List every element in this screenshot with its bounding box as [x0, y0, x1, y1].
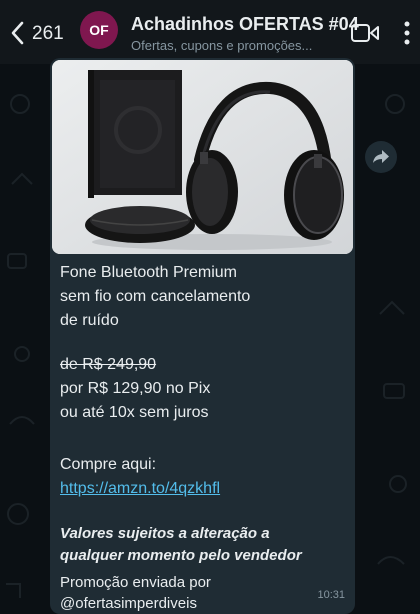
chevron-left-icon[interactable] — [8, 20, 28, 46]
product-photo[interactable] — [52, 60, 353, 254]
old-price: de R$ 249,90 — [60, 356, 157, 373]
chat-subtitle[interactable]: Ofertas, cupons e promoções... — [131, 38, 312, 53]
product-link[interactable]: https://amzn.to/4qzkhfl — [60, 477, 220, 501]
unread-count[interactable]: 261 — [32, 23, 64, 45]
forward-icon — [373, 150, 389, 163]
message-bubble[interactable]: Fone Bluetooth Premium sem fio com cance… — [50, 58, 355, 614]
headphones-image — [52, 60, 353, 254]
installments: ou até 10x sem juros — [60, 404, 209, 421]
product-name-line-2: sem fio com cancelamento — [60, 288, 251, 305]
product-name-line-3: de ruído — [60, 312, 119, 329]
forward-button[interactable] — [365, 141, 397, 173]
more-vertical-icon[interactable] — [402, 19, 412, 47]
buy-label: Compre aqui: — [60, 456, 157, 473]
message-time: 10:31 — [317, 589, 345, 601]
avatar-initials: OF — [89, 22, 109, 38]
disclaimer-line-1: Valores sujeitos a alteração a — [60, 525, 270, 542]
chat-header: 261 OF Achadinhos OFERTAS #04 Ofertas, c… — [0, 0, 420, 64]
new-price: por R$ 129,90 no Pix — [60, 380, 211, 397]
chat-title[interactable]: Achadinhos OFERTAS #04 — [131, 14, 359, 35]
avatar[interactable]: OF — [80, 11, 118, 49]
video-call-icon[interactable] — [350, 22, 380, 44]
product-name-line-1: Fone Bluetooth Premium — [60, 264, 237, 281]
disclaimer-line-2: qualquer momento pelo vendedor — [60, 547, 302, 564]
